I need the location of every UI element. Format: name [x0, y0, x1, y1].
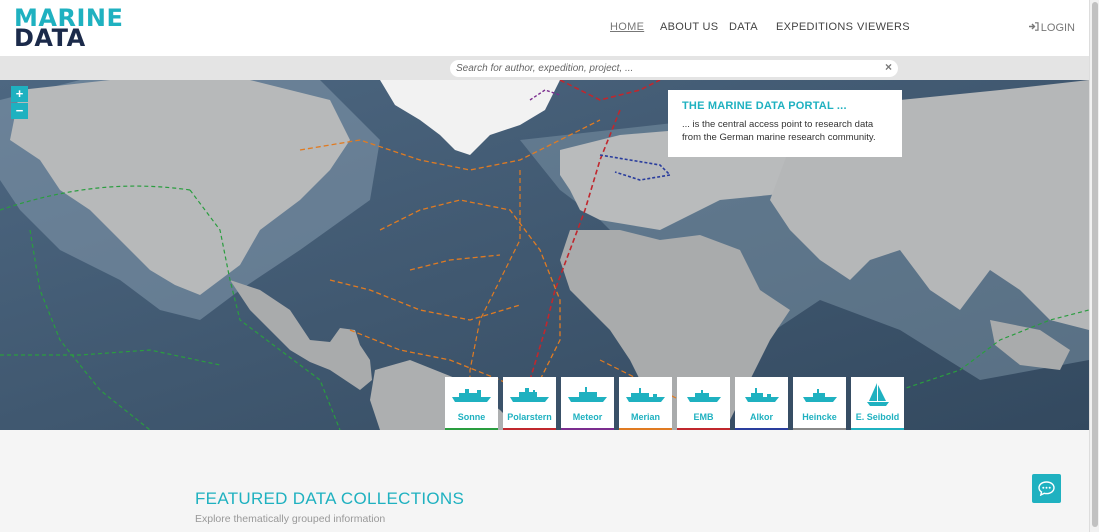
nav-viewers[interactable]: VIEWERS: [857, 21, 910, 33]
header: MARINE DATA HOME ABOUT US DATA EXPEDITIO…: [0, 0, 1089, 56]
search-box: ×: [450, 60, 898, 77]
ship-icon: [803, 389, 837, 402]
ship-label: Meteor: [572, 412, 603, 422]
clear-search-icon[interactable]: ×: [885, 60, 892, 74]
logo-line-2: DATA: [14, 24, 86, 52]
ship-label: Sonne: [457, 412, 486, 422]
featured-title: FEATURED DATA COLLECTIONS: [195, 489, 465, 508]
ship-tile-meteor[interactable]: Meteor: [561, 377, 614, 430]
ship-icon: [568, 387, 607, 402]
search-input[interactable]: [456, 61, 876, 76]
featured-subtitle: Explore thematically grouped information: [195, 513, 386, 525]
scrollbar-thumb[interactable]: [1092, 2, 1098, 527]
ship-label: E. Seibold: [855, 412, 900, 422]
zoom-in-button[interactable]: +: [11, 86, 28, 102]
login-link[interactable]: LOGIN: [1028, 22, 1075, 34]
nav-expeditions[interactable]: EXPEDITIONS: [776, 21, 853, 33]
ship-icon: [452, 389, 491, 402]
map-zoom-controls: + −: [11, 86, 28, 120]
nav-about-us[interactable]: ABOUT US: [660, 21, 718, 33]
ship-label: Heincke: [802, 412, 837, 422]
info-text: ... is the central access point to resea…: [682, 119, 876, 143]
ship-tile-sonne[interactable]: Sonne: [445, 377, 498, 430]
featured-section: FEATURED DATA COLLECTIONS Explore themat…: [0, 430, 1089, 532]
nav-home[interactable]: HOME: [610, 21, 644, 33]
ship-label: Merian: [630, 412, 660, 422]
ship-label: Alkor: [749, 412, 773, 422]
chat-icon: [1038, 481, 1055, 496]
ship-label: Polarstern: [507, 412, 552, 422]
ship-tile-emb[interactable]: EMB: [677, 377, 730, 430]
ship-tile-e-seibold[interactable]: E. Seibold: [851, 377, 904, 430]
ship-label: EMB: [693, 412, 714, 422]
login-icon: [1028, 22, 1039, 34]
ship-tile-polarstern[interactable]: Polarstern: [503, 377, 556, 430]
ship-icon: [626, 388, 665, 402]
ship-tile-heincke[interactable]: Heincke: [793, 377, 846, 430]
zoom-out-button[interactable]: −: [11, 103, 28, 119]
page-scrollbar[interactable]: [1089, 0, 1099, 532]
ship-icon: [687, 390, 721, 402]
sailboat-icon: [867, 383, 889, 406]
ship-tile-alkor[interactable]: Alkor: [735, 377, 788, 430]
ship-tile-merian[interactable]: Merian: [619, 377, 672, 430]
chat-button[interactable]: [1032, 474, 1061, 503]
portal-info-box: THE MARINE DATA PORTAL ... ... is the ce…: [668, 90, 902, 157]
marine-data-logo[interactable]: MARINE DATA: [14, 6, 134, 50]
login-label: LOGIN: [1040, 22, 1075, 34]
search-bar: ×: [0, 56, 1089, 80]
ship-icon: [510, 388, 549, 402]
nav-data[interactable]: DATA: [729, 21, 758, 33]
ship-icon: [745, 388, 779, 402]
info-title: THE MARINE DATA PORTAL ...: [682, 100, 847, 112]
